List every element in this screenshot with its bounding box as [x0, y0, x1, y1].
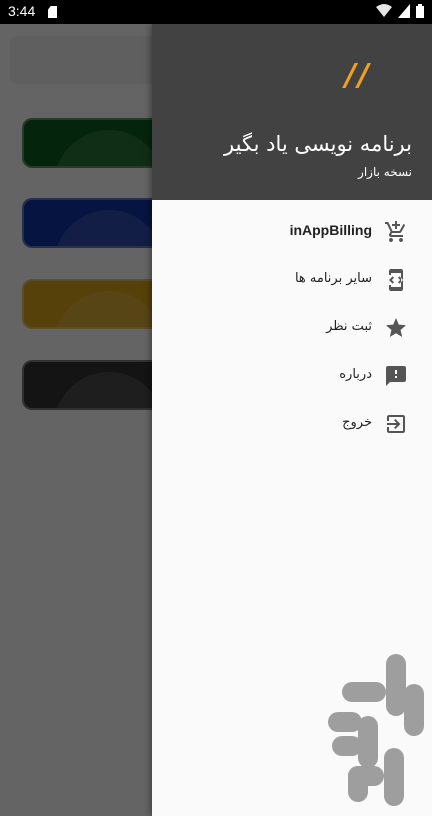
menu-item-about[interactable]: درباره — [152, 352, 432, 400]
menu-item-rate[interactable]: ثبت نظر — [152, 304, 432, 352]
menu-item-label: سایر برنامه ها — [294, 271, 372, 286]
feedback-icon — [386, 366, 406, 386]
menu-item-label: درباره — [339, 367, 372, 382]
battery-icon — [416, 4, 424, 18]
drawer-header: // برنامه نویسی یاد بگیر نسخه بازار — [152, 24, 432, 200]
menu-item-other-apps[interactable]: سایر برنامه ها — [152, 256, 432, 304]
menu-item-exit[interactable]: خروج — [152, 400, 432, 448]
menu-item-inappbilling[interactable]: inAppBilling — [152, 208, 432, 256]
menu-item-label: ثبت نظر — [326, 319, 372, 334]
app-title: برنامه نویسی یاد بگیر — [224, 132, 412, 156]
app-subtitle: نسخه بازار — [358, 165, 412, 179]
cart-plus-icon — [385, 221, 406, 242]
status-bar: 3:44 — [0, 0, 432, 24]
status-icons — [376, 4, 424, 18]
bazaar-logo-icon — [328, 654, 424, 806]
status-time: 3:44 — [8, 3, 36, 19]
exit-icon — [387, 415, 405, 433]
code-apps-icon — [389, 269, 403, 291]
star-icon — [386, 318, 406, 337]
signal-icon — [398, 4, 410, 18]
drawer-menu: inAppBilling سایر برنامه ها ثبت نظر دربا… — [152, 208, 432, 448]
menu-item-label: inAppBilling — [289, 222, 372, 238]
app-logo: // — [345, 58, 371, 93]
navigation-drawer: // برنامه نویسی یاد بگیر نسخه بازار inAp… — [152, 24, 432, 816]
wifi-icon — [376, 4, 392, 17]
sd-card-icon — [48, 6, 57, 18]
menu-item-label: خروج — [342, 415, 372, 430]
